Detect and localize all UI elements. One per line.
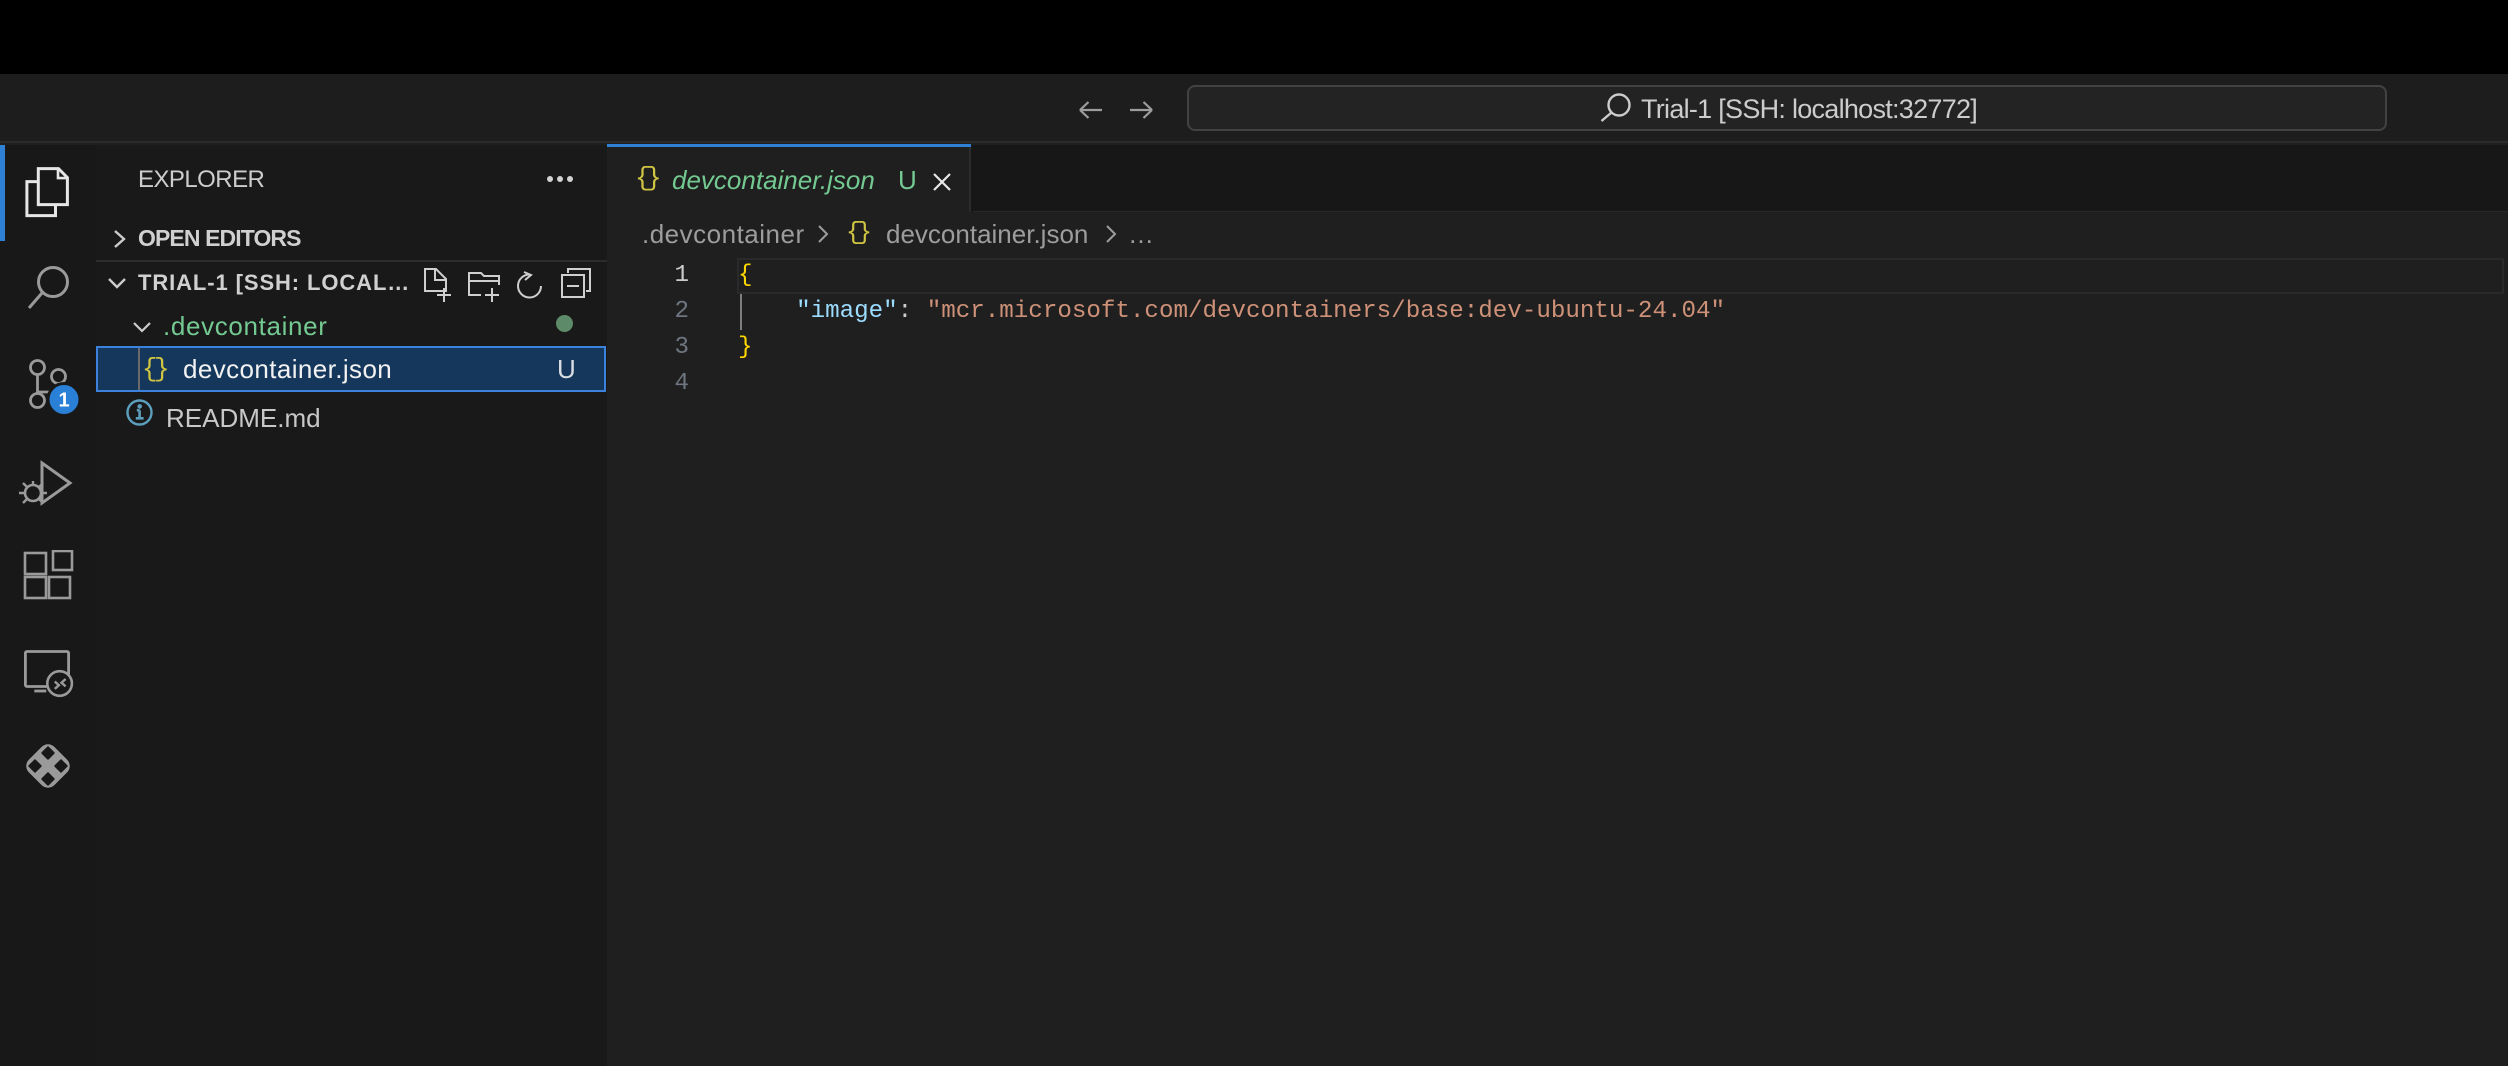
svg-text:1: 1: [58, 390, 69, 412]
